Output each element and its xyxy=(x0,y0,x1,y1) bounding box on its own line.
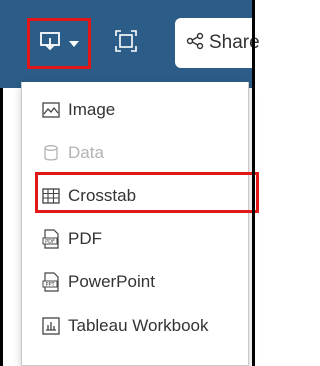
fit-to-window-button[interactable] xyxy=(113,29,139,57)
menu-item-label: Data xyxy=(68,143,104,162)
menu-item-pdf[interactable]: PDF PDF xyxy=(31,223,241,255)
download-icon xyxy=(39,30,61,57)
database-icon xyxy=(40,142,62,164)
workbook-icon xyxy=(40,315,62,337)
svg-text:PPT: PPT xyxy=(45,282,55,288)
download-menu: Image Data Crosstab PDF PDF PPT PowerPoi… xyxy=(21,82,259,366)
share-button[interactable]: Share xyxy=(175,18,270,68)
menu-item-crosstab[interactable]: Crosstab xyxy=(31,180,241,212)
powerpoint-icon: PPT xyxy=(40,271,62,293)
menu-item-powerpoint[interactable]: PPT PowerPoint xyxy=(31,266,241,298)
share-icon xyxy=(186,32,204,55)
menu-item-data: Data xyxy=(31,137,241,169)
right-frame-border xyxy=(252,0,255,366)
menu-item-label: Tableau Workbook xyxy=(68,316,209,335)
menu-item-label: PowerPoint xyxy=(68,272,155,291)
crosstab-icon xyxy=(40,185,62,207)
image-icon xyxy=(40,99,62,121)
svg-text:PDF: PDF xyxy=(45,239,55,245)
menu-item-label: PDF xyxy=(68,229,102,248)
menu-item-label: Image xyxy=(68,100,116,119)
menu-item-label: Crosstab xyxy=(68,186,137,205)
caret-down-icon xyxy=(69,35,79,53)
download-button[interactable] xyxy=(27,18,91,69)
menu-item-image[interactable]: Image xyxy=(31,94,241,126)
pdf-icon: PDF xyxy=(40,228,62,250)
fit-to-window-icon xyxy=(115,29,137,57)
menu-item-tableau-workbook[interactable]: Tableau Workbook xyxy=(31,310,241,342)
toolbar: Share xyxy=(0,0,270,88)
